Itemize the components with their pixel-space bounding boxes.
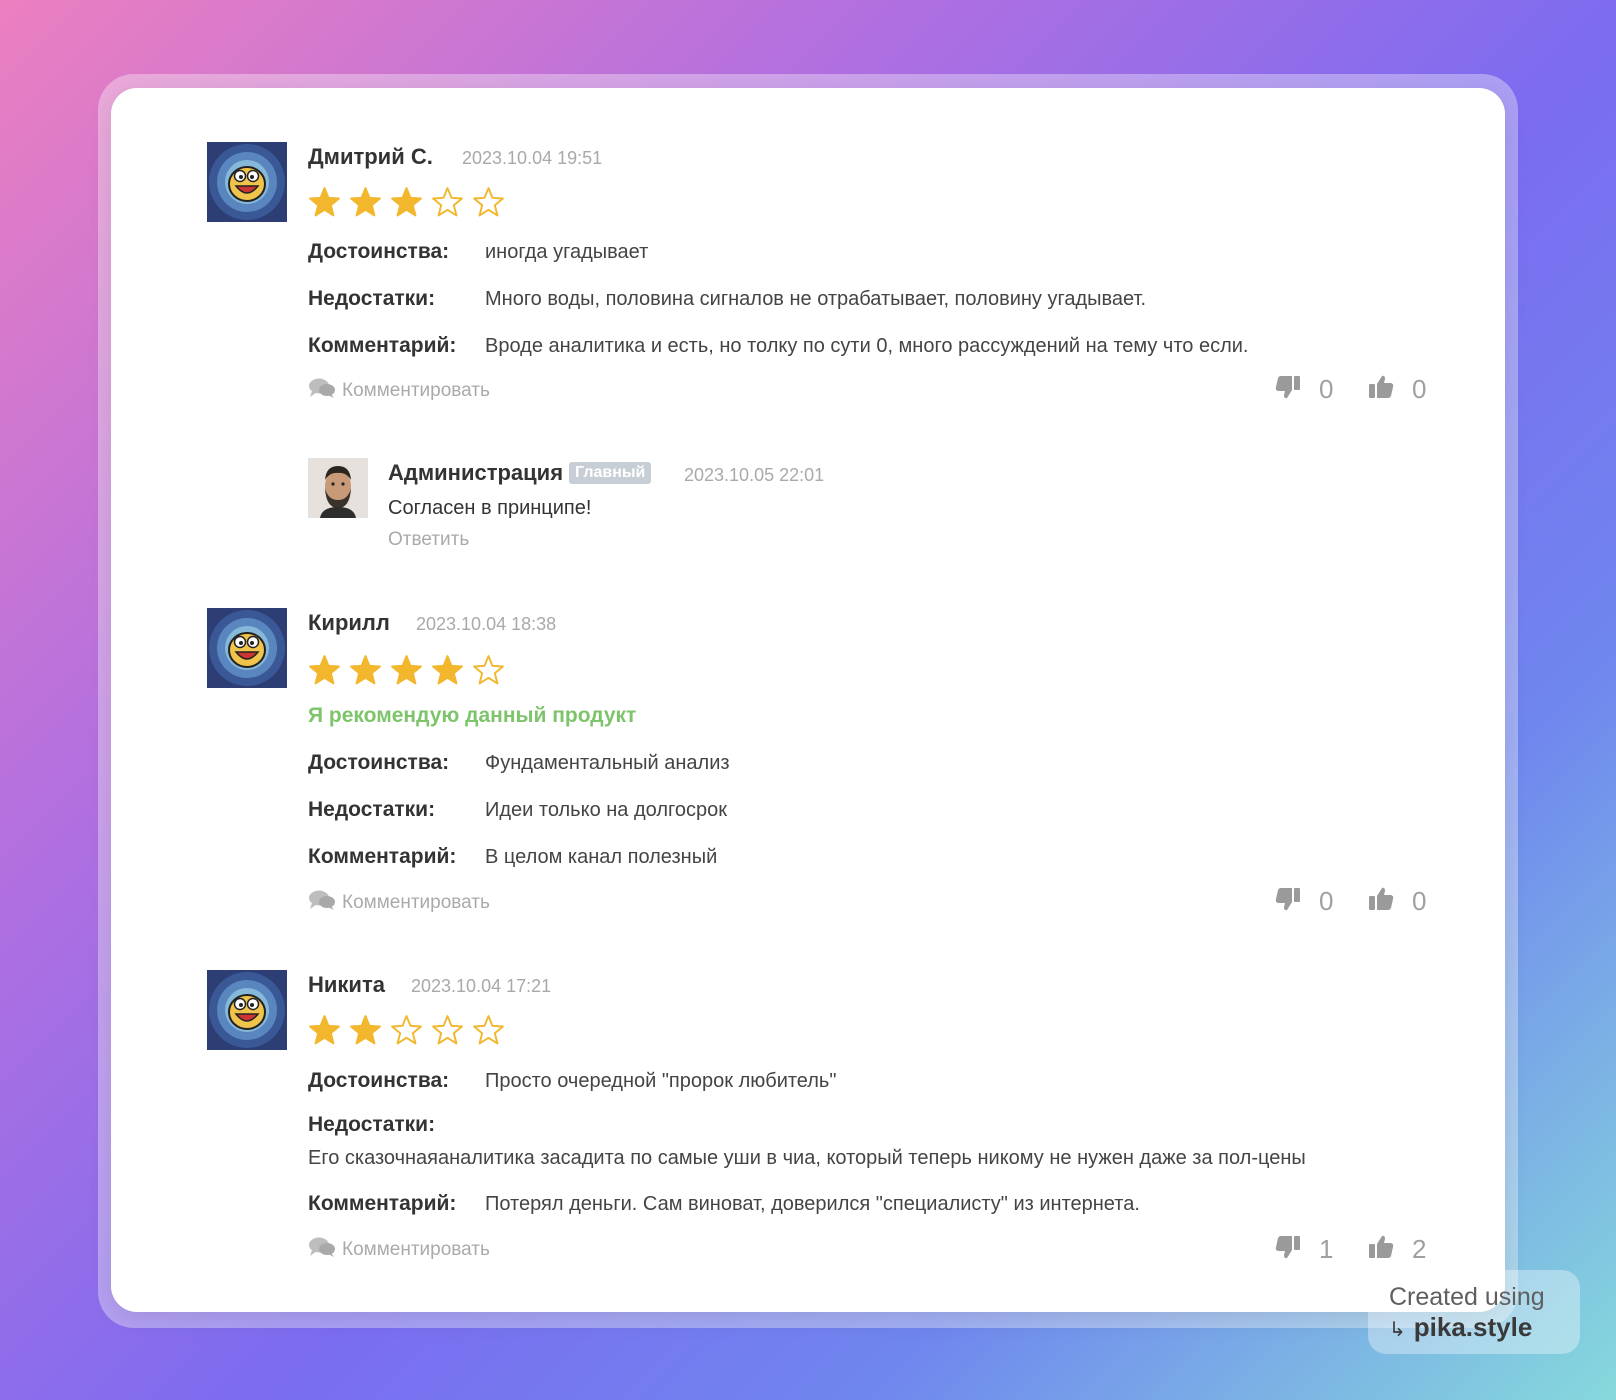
review-author[interactable]: Никита [308, 972, 385, 998]
reply-button[interactable]: Ответить [388, 529, 469, 551]
star-filled-icon [309, 655, 340, 685]
star-empty-icon [432, 1015, 463, 1045]
like-count: 0 [1412, 374, 1427, 404]
dislike-button[interactable]: 0 [1275, 374, 1333, 405]
star-filled-icon [350, 655, 381, 685]
admin-author[interactable]: Администрация [388, 460, 563, 486]
star-empty-icon [473, 187, 504, 217]
star-filled-icon [432, 655, 463, 685]
cons-text: Много воды, половина сигналов не отрабат… [485, 288, 1146, 310]
comment-label: Комментарий: [308, 334, 457, 357]
thumbs-up-icon [1368, 1234, 1394, 1265]
dislike-button[interactable]: 1 [1275, 1234, 1333, 1265]
comment-text: Вроде аналитика и есть, но толку по сути… [485, 335, 1249, 357]
review-author[interactable]: Дмитрий С. [308, 144, 433, 170]
star-filled-icon [350, 187, 381, 217]
comment-button[interactable]: Комментировать [308, 889, 490, 917]
admin-reply-text: Согласен в принципе! [388, 497, 592, 519]
speech-bubbles-icon [308, 377, 336, 405]
comment-button-label: Комментировать [342, 380, 490, 401]
review-author[interactable]: Кирилл [308, 610, 390, 636]
role-badge: Главный [569, 462, 652, 484]
user-avatar[interactable] [207, 970, 287, 1050]
rating-stars [308, 654, 505, 687]
like-button[interactable]: 0 [1368, 374, 1426, 405]
star-filled-icon [391, 655, 422, 685]
comment-button-label: Комментировать [342, 1239, 490, 1260]
admin-reply-date: 2023.10.05 22:01 [684, 465, 825, 485]
star-empty-icon [473, 1015, 504, 1045]
comment-button[interactable]: Комментировать [308, 1236, 490, 1264]
watermark-line2[interactable]: ↳ pika.style [1389, 1312, 1532, 1343]
pros-text: Фундаментальный анализ [485, 752, 730, 774]
dislike-count: 0 [1319, 374, 1334, 404]
star-filled-icon [309, 1015, 340, 1045]
comment-text: В целом канал полезный [485, 846, 718, 868]
like-count: 0 [1412, 886, 1427, 916]
watermark-line1: Created using [1389, 1283, 1545, 1311]
recommendation: Я рекомендую данный продукт [308, 704, 637, 727]
pros-label: Достоинства: [308, 240, 450, 263]
rating-stars [308, 186, 505, 219]
review-date: 2023.10.04 17:21 [411, 976, 552, 996]
star-filled-icon [350, 1015, 381, 1045]
cons-text: Идеи только на долгосрок [485, 799, 727, 821]
pros-label: Достоинства: [308, 1069, 450, 1092]
cons-label: Недостатки: [308, 798, 436, 821]
user-avatar[interactable] [207, 142, 287, 222]
thumbs-up-icon [1368, 374, 1394, 405]
admin-avatar[interactable] [308, 458, 368, 518]
pros-text: Просто очередной "пророк любитель" [485, 1070, 837, 1092]
like-button[interactable]: 2 [1368, 1234, 1426, 1265]
star-filled-icon [309, 187, 340, 217]
like-button[interactable]: 0 [1368, 886, 1426, 917]
thumbs-down-icon [1275, 374, 1301, 405]
comment-button-label: Комментировать [342, 892, 490, 913]
speech-bubbles-icon [308, 889, 336, 917]
review-date: 2023.10.04 19:51 [462, 148, 603, 168]
return-arrow-icon: ↳ [1389, 1319, 1406, 1341]
cons-label: Недостатки: [308, 1113, 436, 1136]
rating-stars [308, 1014, 505, 1047]
comment-button[interactable]: Комментировать [308, 377, 490, 405]
review-date: 2023.10.04 18:38 [416, 614, 557, 634]
dislike-button[interactable]: 0 [1275, 886, 1333, 917]
comment-label: Комментарий: [308, 845, 457, 868]
star-empty-icon [391, 1015, 422, 1045]
dislike-count: 1 [1319, 1234, 1334, 1264]
pros-text: иногда угадывает [485, 241, 649, 263]
thumbs-up-icon [1368, 886, 1394, 917]
comment-text: Потерял деньги. Сам виноват, доверился "… [485, 1193, 1140, 1215]
admin-reply-header: Администрация Главный [388, 460, 652, 486]
cons-text: Его сказочнаяаналитика засадита по самые… [308, 1147, 1306, 1169]
star-filled-icon [391, 187, 422, 217]
thumbs-down-icon [1275, 886, 1301, 917]
like-count: 2 [1412, 1234, 1427, 1264]
watermark-brand: pika.style [1413, 1312, 1533, 1342]
speech-bubbles-icon [308, 1236, 336, 1264]
cons-label: Недостатки: [308, 287, 436, 310]
dislike-count: 0 [1319, 886, 1334, 916]
user-avatar[interactable] [207, 608, 287, 688]
star-empty-icon [473, 655, 504, 685]
pros-label: Достоинства: [308, 751, 450, 774]
thumbs-down-icon [1275, 1234, 1301, 1265]
star-empty-icon [432, 187, 463, 217]
comment-label: Комментарий: [308, 1192, 457, 1215]
